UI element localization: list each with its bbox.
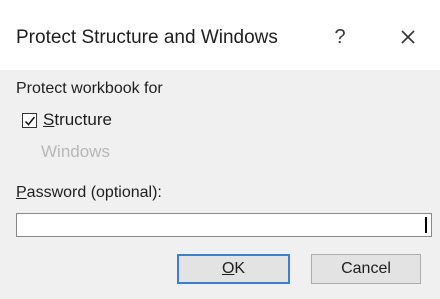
structure-label-accelerator: S	[43, 110, 55, 129]
ok-label-accelerator: O	[221, 260, 235, 277]
dialog-titlebar: Protect Structure and Windows ?	[0, 0, 440, 70]
password-label-rest: assword (optional):	[26, 184, 162, 201]
text-caret	[425, 217, 427, 233]
help-button[interactable]: ?	[326, 22, 354, 52]
close-button[interactable]	[393, 22, 423, 52]
password-label: Password (optional):	[16, 184, 162, 202]
windows-checkbox-row: Windows	[41, 140, 110, 164]
password-input[interactable]	[16, 213, 432, 237]
cancel-button[interactable]: Cancel	[311, 254, 421, 284]
password-label-accelerator: P	[16, 184, 27, 201]
windows-label: Windows	[41, 142, 110, 161]
structure-label-rest: tructure	[54, 110, 112, 129]
protect-workbook-for-label: Protect workbook for	[16, 80, 163, 97]
dialog-title: Protect Structure and Windows	[16, 27, 278, 48]
ok-button[interactable]: OK	[177, 254, 290, 284]
structure-checkbox-row[interactable]: Structure	[22, 108, 112, 132]
protect-structure-dialog: Protect Structure and Windows ? Protect …	[0, 0, 440, 299]
close-icon	[401, 30, 415, 44]
dialog-body: Protect workbook for Structure Windows P…	[0, 70, 440, 299]
structure-checkbox[interactable]	[22, 112, 37, 128]
ok-label-rest: K	[234, 260, 246, 277]
checkmark-icon	[24, 116, 36, 126]
structure-label: Structure	[43, 110, 112, 130]
